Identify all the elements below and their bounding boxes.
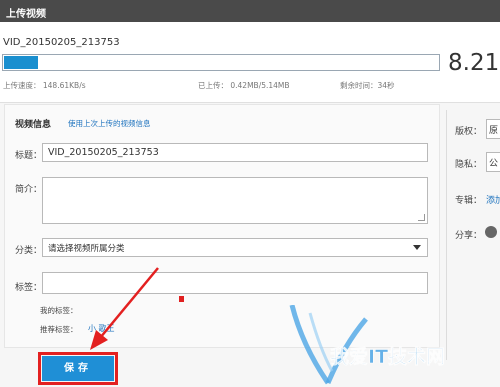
copyright-label: 版权：: [455, 127, 483, 137]
album-label: 专辑：: [455, 196, 483, 206]
save-button[interactable]: 保存: [42, 356, 114, 381]
arrow-line: [99, 267, 159, 339]
watermark: 我爱IT技术网: [270, 305, 500, 387]
share-icon[interactable]: [485, 226, 497, 238]
privacy-select[interactable]: 公: [486, 152, 500, 172]
privacy-label: 隐私：: [455, 160, 483, 170]
watermark-text: 我爱IT技术网: [330, 345, 445, 368]
add-album-link[interactable]: 添加: [486, 193, 500, 206]
share-label: 分享：: [455, 231, 483, 241]
copyright-select[interactable]: 原: [486, 119, 500, 139]
